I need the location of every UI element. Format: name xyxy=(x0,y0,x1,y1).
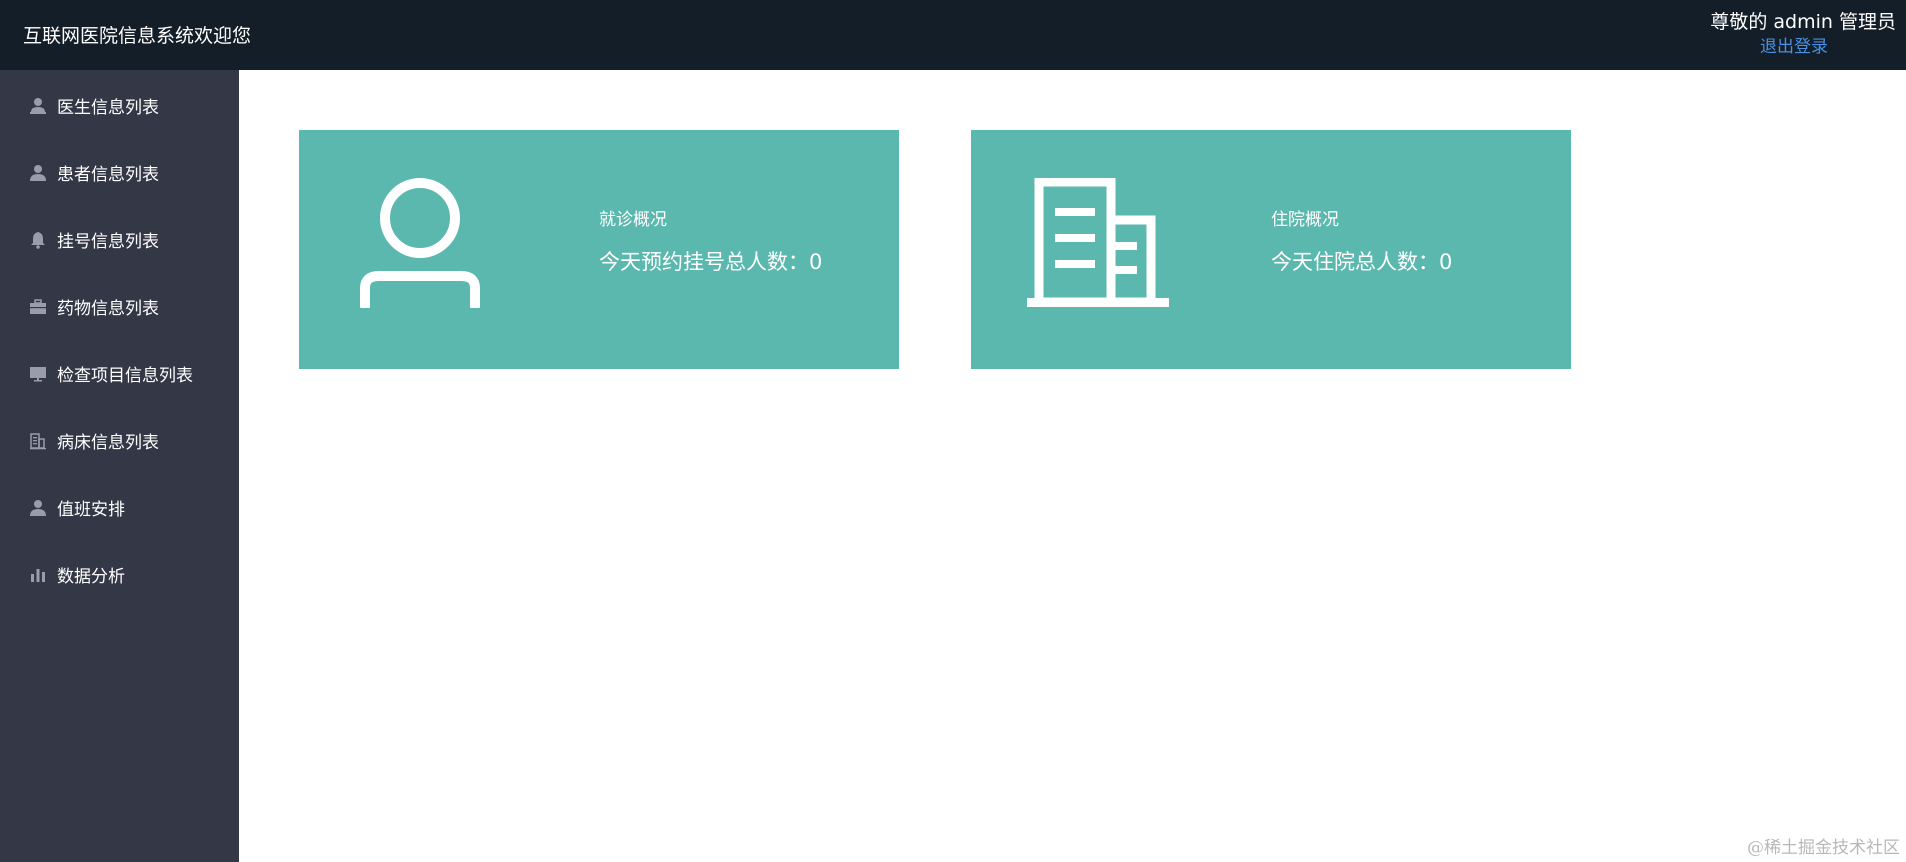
card-stat: 今天住院总人数：0 xyxy=(1271,250,1453,274)
monitor-icon xyxy=(28,365,48,383)
sidebar-item-label: 病床信息列表 xyxy=(57,433,159,453)
sidebar-menu: 医生信息列表 患者信息列表 挂号信息列表 药物信息列表 检查项目信息列表 病床信… xyxy=(0,70,239,608)
top-header: 互联网医院信息系统欢迎您 尊敬的 admin 管理员 退出登录 xyxy=(0,0,1906,70)
building-icon xyxy=(28,432,48,450)
sidebar-item-doctors[interactable]: 医生信息列表 xyxy=(0,72,239,139)
user-greeting: 尊敬的 admin 管理员 xyxy=(1710,11,1896,33)
inpatient-overview-card: 住院概况 今天住院总人数：0 xyxy=(971,130,1571,369)
bar-chart-icon xyxy=(28,566,48,584)
sidebar-item-examinations[interactable]: 检查项目信息列表 xyxy=(0,340,239,407)
doctor-icon xyxy=(28,97,48,115)
sidebar-item-label: 患者信息列表 xyxy=(57,165,159,185)
sidebar-item-medicines[interactable]: 药物信息列表 xyxy=(0,273,239,340)
sidebar-item-label: 检查项目信息列表 xyxy=(57,366,193,386)
logout-link[interactable]: 退出登录 xyxy=(1710,36,1828,58)
user-area: 尊敬的 admin 管理员 退出登录 xyxy=(1710,10,1896,58)
sidebar-item-label: 值班安排 xyxy=(57,500,125,520)
user-icon xyxy=(28,499,48,517)
sidebar-item-label: 数据分析 xyxy=(57,567,125,587)
watermark: @稀土掘金技术社区 xyxy=(1747,838,1900,858)
sidebar-item-label: 挂号信息列表 xyxy=(57,232,159,252)
sidebar: 医生信息列表 患者信息列表 挂号信息列表 药物信息列表 检查项目信息列表 病床信… xyxy=(0,70,239,862)
sidebar-item-duty-schedule[interactable]: 值班安排 xyxy=(0,474,239,541)
app-title: 互联网医院信息系统欢迎您 xyxy=(23,25,252,47)
user-icon xyxy=(28,164,48,182)
card-title: 就诊概况 xyxy=(599,210,667,230)
sidebar-item-label: 医生信息列表 xyxy=(57,98,159,118)
hospital-building-icon xyxy=(1027,178,1169,307)
bell-icon xyxy=(28,231,48,249)
card-stat: 今天预约挂号总人数：0 xyxy=(599,250,823,274)
sidebar-item-label: 药物信息列表 xyxy=(57,299,159,319)
sidebar-item-patients[interactable]: 患者信息列表 xyxy=(0,139,239,206)
person-outline-icon xyxy=(360,178,480,308)
main-content: 就诊概况 今天预约挂号总人数：0 住院概况 今天住院总人数：0 xyxy=(239,70,1906,862)
sidebar-item-beds[interactable]: 病床信息列表 xyxy=(0,407,239,474)
card-title: 住院概况 xyxy=(1271,210,1339,230)
sidebar-item-data-analysis[interactable]: 数据分析 xyxy=(0,541,239,608)
briefcase-icon xyxy=(28,298,48,316)
outpatient-overview-card: 就诊概况 今天预约挂号总人数：0 xyxy=(299,130,899,369)
sidebar-item-registrations[interactable]: 挂号信息列表 xyxy=(0,206,239,273)
